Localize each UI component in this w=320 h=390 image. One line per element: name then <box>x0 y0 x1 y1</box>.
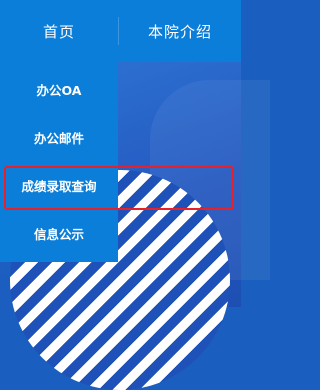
top-nav-bar: 首页 本院介绍 <box>0 0 241 62</box>
highlight-box <box>4 166 234 210</box>
menu-item-office-oa[interactable]: 办公OA <box>0 69 118 109</box>
home-dropdown-menu: 办公OA 办公邮件 成绩录取查询 信息公示 <box>0 62 118 262</box>
menu-item-public-info[interactable]: 信息公示 <box>0 213 118 253</box>
nav-item-home[interactable]: 首页 <box>0 0 118 62</box>
menu-item-office-mail[interactable]: 办公邮件 <box>0 117 118 157</box>
nav-item-about[interactable]: 本院介绍 <box>119 0 241 62</box>
